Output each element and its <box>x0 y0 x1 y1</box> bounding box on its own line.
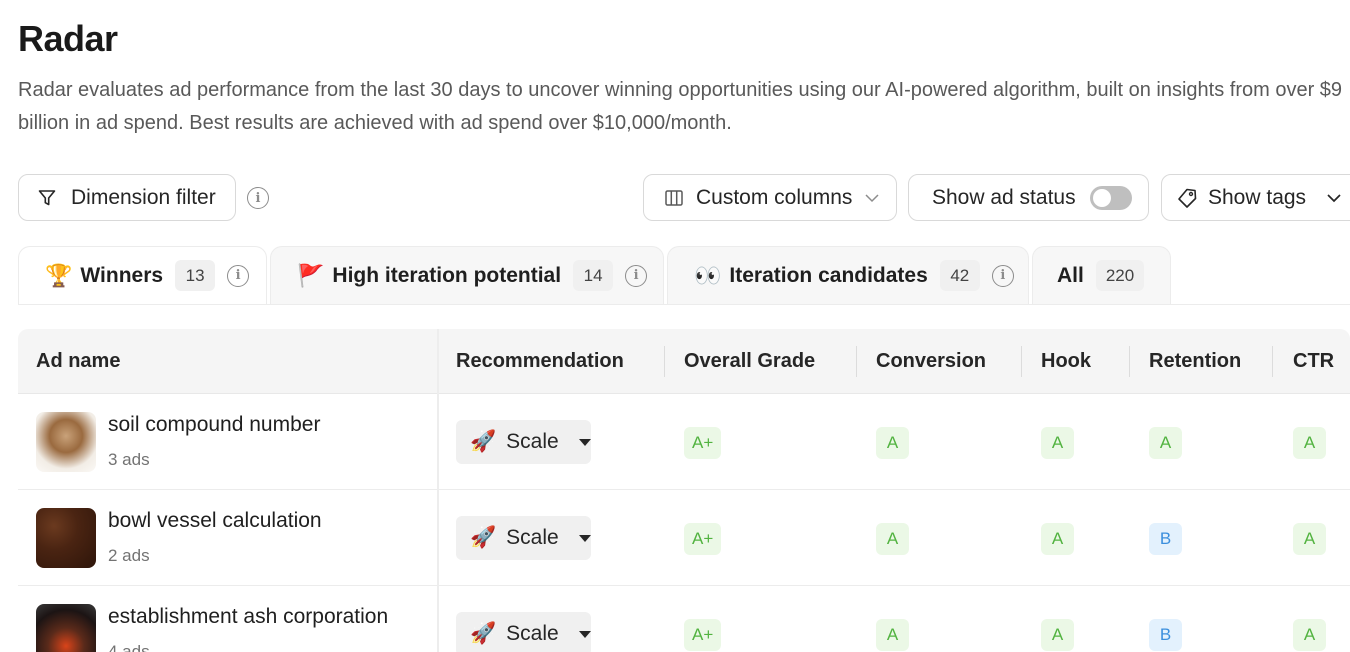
page-description: Radar evaluates ad performance from the … <box>18 79 1343 134</box>
column-header-ad-name[interactable]: Ad name <box>36 329 120 394</box>
tab-count: 13 <box>175 260 216 291</box>
column-separator <box>664 346 665 377</box>
column-separator <box>856 346 857 377</box>
tag-icon <box>1176 187 1198 209</box>
tab-divider <box>18 304 1350 305</box>
tab-winners[interactable]: 🏆 Winners 13 i <box>18 246 267 304</box>
retention-grade-badge: B <box>1149 619 1182 651</box>
recommendation-dropdown[interactable]: 🚀 Scale <box>456 420 591 464</box>
rocket-icon: 🚀 <box>470 526 497 549</box>
conversion-grade-badge: A <box>876 619 909 651</box>
tab-label: Winners <box>80 263 164 287</box>
dimension-filter-label: Dimension filter <box>71 185 216 209</box>
chevron-down-icon <box>864 190 880 206</box>
tab-label: Iteration candidates <box>729 263 928 287</box>
frozen-column-divider <box>437 329 439 652</box>
ad-count: 3 ads <box>108 450 150 469</box>
filter-icon <box>37 188 57 208</box>
tab-label: High iteration potential <box>332 263 562 287</box>
show-ad-status-control[interactable]: Show ad status <box>908 174 1149 221</box>
ad-count: 2 ads <box>108 546 150 565</box>
overall-grade-badge: A+ <box>684 523 722 555</box>
table-row[interactable]: soil compound number 3 ads 🚀 Scale A+ A … <box>18 394 1350 490</box>
caret-down-icon <box>578 438 591 446</box>
column-header-retention[interactable]: Retention <box>1149 329 1241 394</box>
eyes-icon: 👀 <box>694 262 722 288</box>
info-icon[interactable]: i <box>227 264 250 287</box>
recommendation-label: Scale <box>506 430 559 453</box>
retention-grade-badge: B <box>1149 523 1182 555</box>
ctr-grade-badge: A <box>1293 619 1326 651</box>
trophy-icon: 🏆 <box>45 262 73 288</box>
chevron-down-icon <box>1326 190 1342 206</box>
page-title: Radar <box>18 18 118 59</box>
custom-columns-label: Custom columns <box>696 185 853 209</box>
ad-status-toggle[interactable] <box>1089 185 1132 210</box>
info-icon[interactable]: i <box>991 264 1014 287</box>
column-header-recommendation[interactable]: Recommendation <box>456 329 624 394</box>
overall-grade-badge: A+ <box>684 619 722 651</box>
column-separator <box>1021 346 1022 377</box>
rocket-icon: 🚀 <box>470 430 497 453</box>
ctr-grade-badge: A <box>1293 427 1326 459</box>
ad-thumbnail[interactable] <box>36 508 96 568</box>
column-header-ctr[interactable]: CTR <box>1293 329 1334 394</box>
ads-table: Ad name Recommendation Overall Grade Con… <box>18 329 1350 652</box>
table-row[interactable]: bowl vessel calculation 2 ads 🚀 Scale A+… <box>18 490 1350 586</box>
dimension-filter-info-icon[interactable]: i <box>247 187 269 209</box>
tab-iteration-candidates[interactable]: 👀 Iteration candidates 42 i <box>667 246 1029 304</box>
custom-columns-button[interactable]: Custom columns <box>643 174 897 221</box>
ad-name[interactable]: establishment ash corporation <box>108 605 388 629</box>
column-separator <box>1272 346 1273 377</box>
ad-thumbnail[interactable] <box>36 412 96 472</box>
recommendation-label: Scale <box>506 526 559 549</box>
hook-grade-badge: A <box>1041 619 1074 651</box>
recommendation-label: Scale <box>506 622 559 645</box>
column-separator <box>1129 346 1130 377</box>
show-ad-status-label: Show ad status <box>932 185 1076 209</box>
caret-down-icon <box>578 534 591 542</box>
rocket-icon: 🚀 <box>470 622 497 645</box>
conversion-grade-badge: A <box>876 427 909 459</box>
tab-all[interactable]: All 220 <box>1032 246 1171 304</box>
flag-icon: 🚩 <box>297 262 325 288</box>
ad-thumbnail[interactable] <box>36 604 96 652</box>
tab-count: 42 <box>939 260 980 291</box>
recommendation-dropdown[interactable]: 🚀 Scale <box>456 612 591 652</box>
tab-label: All <box>1057 263 1084 287</box>
hook-grade-badge: A <box>1041 427 1074 459</box>
tab-count: 14 <box>573 260 614 291</box>
column-header-hook[interactable]: Hook <box>1041 329 1091 394</box>
show-tags-button[interactable]: Show tags <box>1161 174 1350 221</box>
conversion-grade-badge: A <box>876 523 909 555</box>
dimension-filter-button[interactable]: Dimension filter <box>18 174 236 221</box>
overall-grade-badge: A+ <box>684 427 722 459</box>
retention-grade-badge: A <box>1149 427 1182 459</box>
ad-count: 4 ads <box>108 642 150 652</box>
ctr-grade-badge: A <box>1293 523 1326 555</box>
tab-high-iteration-potential[interactable]: 🚩 High iteration potential 14 i <box>270 246 664 304</box>
table-row[interactable]: establishment ash corporation 4 ads 🚀 Sc… <box>18 586 1350 652</box>
table-header: Ad name Recommendation Overall Grade Con… <box>18 329 1350 394</box>
caret-down-icon <box>578 630 591 638</box>
columns-icon <box>664 188 684 208</box>
ad-name[interactable]: bowl vessel calculation <box>108 509 322 533</box>
hook-grade-badge: A <box>1041 523 1074 555</box>
tab-count: 220 <box>1095 260 1145 291</box>
recommendation-dropdown[interactable]: 🚀 Scale <box>456 516 591 560</box>
column-header-conversion[interactable]: Conversion <box>876 329 986 394</box>
column-header-overall-grade[interactable]: Overall Grade <box>684 329 815 394</box>
show-tags-label: Show tags <box>1208 185 1307 209</box>
ad-name[interactable]: soil compound number <box>108 413 320 437</box>
info-icon[interactable]: i <box>625 264 648 287</box>
